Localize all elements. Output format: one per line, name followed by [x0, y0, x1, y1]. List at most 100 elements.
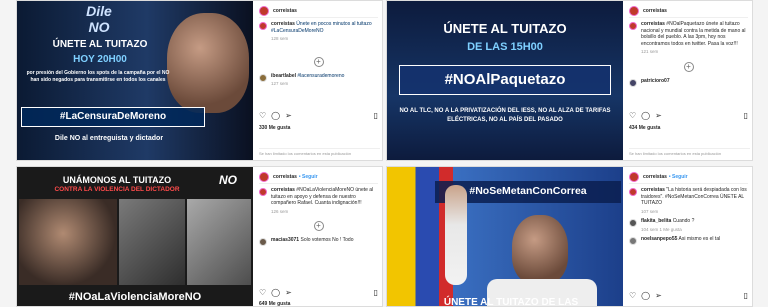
politician-photo	[512, 215, 568, 285]
avatar[interactable]	[259, 22, 267, 30]
event-time: DE LAS 15H00	[467, 41, 543, 53]
load-more-icon[interactable]: +	[313, 221, 324, 231]
comment-icon[interactable]: ◯	[641, 111, 650, 120]
body-text: NO AL TLC, NO A LA PRIVATIZACIÓN DEL IES…	[399, 108, 611, 123]
avatar[interactable]	[629, 237, 637, 245]
comment: noelsanpepo55 Asi mismo es el tal	[629, 236, 748, 245]
comments-limited-notice: Se han limitado los comentarios en esta …	[629, 148, 750, 156]
action-bar: ♡ ◯ ➢ ▯	[629, 111, 748, 120]
share-icon[interactable]: ➢	[285, 111, 292, 120]
avatar[interactable]	[629, 78, 637, 87]
avatar[interactable]	[259, 238, 267, 246]
avatar[interactable]	[259, 73, 267, 82]
post-image-2[interactable]: ÚNETE AL TUITAZO DE LAS 15H00 #NOAlPaque…	[387, 1, 623, 160]
instagram-post-4: #NoSeMetanConCorrea ÚNETE AL TUITAZO DE …	[386, 166, 753, 307]
politician-photo	[19, 199, 117, 285]
brand-logo: Dile NO	[86, 3, 112, 35]
share-icon[interactable]: ➢	[285, 288, 292, 297]
share-icon[interactable]: ➢	[655, 111, 662, 120]
post-sidebar-4: correistas • Seguir correistas "La histo…	[625, 167, 752, 306]
username[interactable]: correistas	[273, 174, 297, 180]
body-text: por presión del Gobierno los spots de la…	[26, 70, 170, 83]
comment-username[interactable]: patricioro07	[641, 78, 670, 84]
caption: correistas #NOalPaquetazo únete al tuita…	[629, 21, 748, 56]
instagram-post-3: UNÁMONOS AL TUITAZO CONTRA LA VIOLENCIA …	[16, 166, 383, 307]
like-count[interactable]: 330 Me gusta	[259, 125, 290, 131]
share-icon[interactable]: ➢	[655, 291, 662, 300]
post-image-3[interactable]: UNÁMONOS AL TUITAZO CONTRA LA VIOLENCIA …	[17, 167, 253, 306]
post-sidebar-1: correistas correistas Únete en pocos min…	[255, 1, 382, 160]
username[interactable]: correistas	[273, 8, 297, 14]
comment-text: Asi mismo es el tal	[678, 236, 721, 242]
caption: correistas "La historia será despiadada …	[629, 187, 748, 215]
heart-icon[interactable]: ♡	[259, 288, 266, 297]
load-more-icon[interactable]: +	[683, 61, 694, 72]
avatar[interactable]	[259, 171, 269, 182]
heart-icon[interactable]: ♡	[629, 111, 636, 120]
hashtag-banner: #NOAlPaquetazo	[399, 65, 611, 95]
instagram-post-2: ÚNETE AL TUITAZO DE LAS 15H00 #NOAlPaque…	[386, 0, 753, 161]
caption-username[interactable]: correistas	[641, 187, 665, 193]
hashtag-banner: #NOaLaViolenciaMoreNO	[68, 291, 202, 303]
bookmark-icon[interactable]: ▯	[374, 288, 378, 297]
comment-username[interactable]: ibeartlabel	[271, 73, 296, 79]
screenshot-collage: Dile NO ÚNETE AL TUITAZO HOY 20H00 por p…	[0, 0, 768, 307]
avatar[interactable]	[259, 188, 267, 196]
like-count[interactable]: 649 Me gusta	[259, 301, 290, 306]
instagram-post-1: Dile NO ÚNETE AL TUITAZO HOY 20H00 por p…	[16, 0, 383, 161]
caption: correistas #NOaLaViolenciaMoreNO únete a…	[259, 187, 378, 215]
avatar[interactable]	[259, 5, 269, 16]
raised-fist-photo	[445, 185, 467, 285]
caption-time: 128 sem	[271, 36, 289, 41]
follow-button[interactable]: • Seguir	[669, 174, 688, 180]
username[interactable]: correistas	[643, 174, 667, 180]
comment-icon[interactable]: ◯	[641, 291, 650, 300]
footer-text: Dile NO al entreguista y dictador	[54, 135, 164, 142]
bookmark-icon[interactable]: ▯	[744, 111, 748, 120]
comment-username[interactable]: macias3071	[271, 237, 299, 243]
caption-time: 107 sem	[641, 208, 659, 214]
caption-username[interactable]: correistas	[271, 187, 295, 193]
comment-username[interactable]: noelsanpepo55	[641, 236, 677, 242]
headline: ÚNETE AL TUITAZO DE LAS	[443, 297, 579, 306]
vehicle-photo	[187, 199, 251, 285]
post-image-4[interactable]: #NoSeMetanConCorrea ÚNETE AL TUITAZO DE …	[387, 167, 623, 306]
comment-likes[interactable]: 1 Me gusta	[660, 227, 682, 232]
post-image-1[interactable]: Dile NO ÚNETE AL TUITAZO HOY 20H00 por p…	[17, 1, 253, 160]
comment-username[interactable]: flakita_belita	[641, 218, 671, 224]
caption-username[interactable]: correistas	[271, 21, 295, 27]
headline: UNÁMONOS AL TUITAZO	[62, 175, 172, 185]
like-count[interactable]: 434 Me gusta	[629, 125, 660, 131]
action-bar: ♡ ◯ ➢ ▯	[629, 291, 748, 300]
avatar[interactable]	[629, 171, 639, 182]
bookmark-icon[interactable]: ▯	[374, 111, 378, 120]
comment-time: 127 sem	[271, 81, 289, 86]
comment: ibeartlabel #lacensurademoreno 127 sem	[259, 73, 378, 88]
avatar[interactable]	[629, 22, 637, 30]
comment-text: #lacensurademoreno	[297, 72, 345, 79]
comment-text: Cuando ?	[672, 218, 695, 224]
caption-username[interactable]: correistas	[641, 21, 665, 27]
follow-button[interactable]: • Seguir	[299, 174, 318, 180]
comment-icon[interactable]: ◯	[271, 288, 280, 297]
headline: ÚNETE AL TUITAZO	[52, 39, 148, 50]
heart-icon[interactable]: ♡	[259, 111, 266, 120]
avatar[interactable]	[629, 219, 637, 227]
action-bar: ♡ ◯ ➢ ▯	[259, 111, 378, 120]
caption-time: 121 sem	[641, 49, 659, 54]
avatar[interactable]	[629, 188, 637, 196]
event-time: HOY 20H00	[73, 54, 127, 65]
comment-text: Solo votemos No ! Todo	[300, 237, 354, 243]
post-header: correistas	[629, 4, 748, 18]
heart-icon[interactable]: ♡	[629, 291, 636, 300]
post-header: correistas • Seguir	[259, 170, 378, 184]
caption: correistas Únete en pocos minutos al tui…	[259, 21, 378, 43]
comment: flakita_belita Cuando ? 104 sem 1 Me gus…	[629, 218, 748, 233]
caption-time: 126 sem	[271, 208, 289, 214]
avatar[interactable]	[629, 5, 639, 16]
username[interactable]: correistas	[643, 8, 667, 14]
comment-icon[interactable]: ◯	[271, 111, 280, 120]
bookmark-icon[interactable]: ▯	[744, 291, 748, 300]
load-more-icon[interactable]: +	[313, 56, 324, 67]
post-header: correistas	[259, 4, 378, 18]
